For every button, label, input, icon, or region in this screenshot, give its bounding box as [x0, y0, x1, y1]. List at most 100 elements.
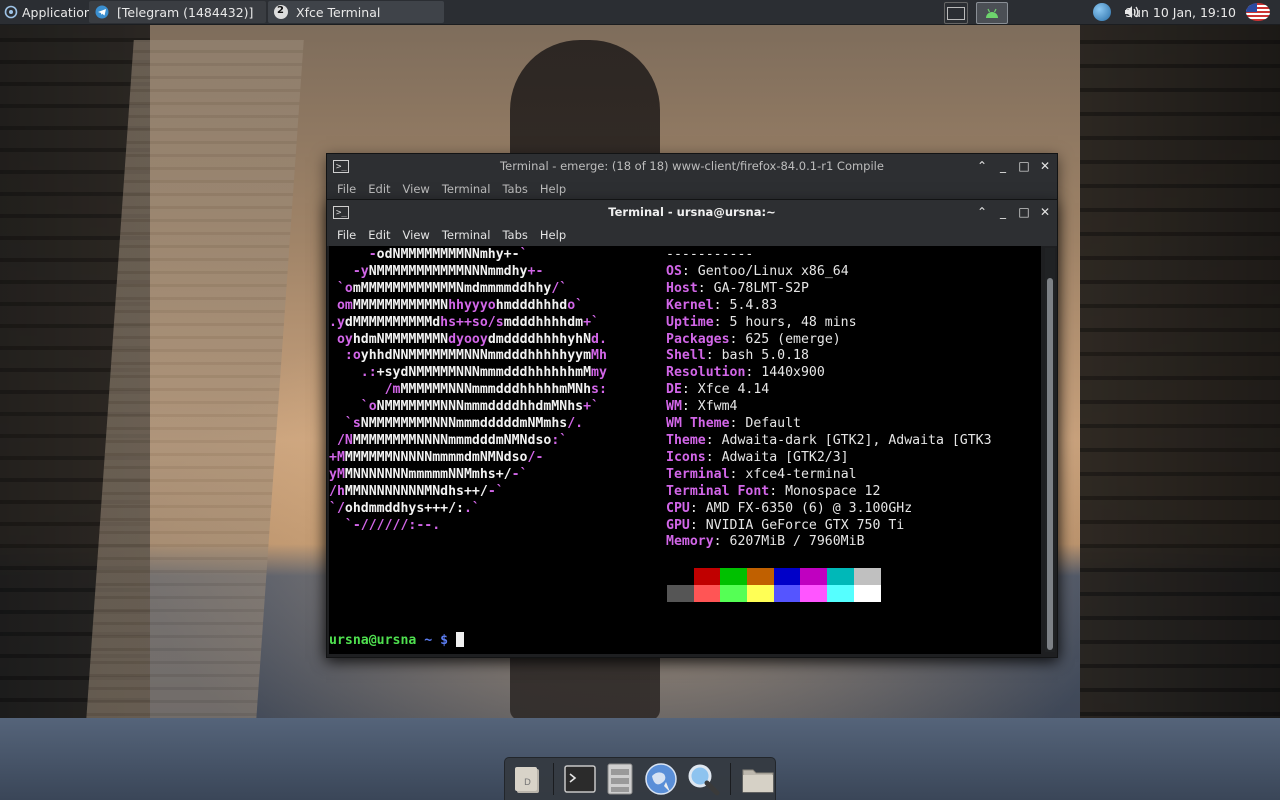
workspace-1-button[interactable]: [944, 2, 968, 24]
ascii-segment: /`: [551, 280, 568, 296]
info-value: Monospace 12: [785, 483, 881, 499]
taskbar-item-telegram[interactable]: [Telegram (1484432)]: [89, 1, 266, 23]
color-swatch: [773, 585, 801, 602]
telegram-icon: [95, 5, 109, 19]
ascii-segment: MMMMMMMMMMMN: [352, 297, 449, 313]
menu-terminal[interactable]: Terminal: [436, 182, 497, 196]
ascii-segment: Mh: [591, 348, 607, 364]
color-palette-normal: [667, 568, 881, 585]
menu-help[interactable]: Help: [534, 182, 572, 196]
info-value: 1440x900: [761, 365, 825, 381]
keyboard-layout-flag-icon[interactable]: [1246, 3, 1270, 21]
info-colon: :: [713, 534, 730, 550]
maximize-button[interactable]: □: [1018, 205, 1030, 219]
color-swatch: [693, 585, 721, 602]
shade-button[interactable]: ⌃: [976, 205, 988, 219]
menu-terminal[interactable]: Terminal: [436, 228, 497, 242]
ascii-line: /NMMMMMMMMNNNNmmmdddmNMNdso:`: [329, 433, 607, 450]
ascii-line: -odNMMMMMMMMNNmhy+-`: [329, 247, 607, 264]
shell-prompt[interactable]: ursna@ursna ~ $: [329, 632, 465, 650]
ascii-segment: yhhdNNMMMMMMMNNNmmdddhhhhhyym: [360, 348, 592, 364]
terminal-output[interactable]: -odNMMMMMMMMNNmhy+-` -yNMMMMMMMMMMMNNNmm…: [329, 246, 1041, 654]
dock-file-manager[interactable]: [604, 762, 636, 796]
menu-view[interactable]: View: [397, 228, 436, 242]
dock-web-browser[interactable]: [644, 762, 678, 796]
menu-view[interactable]: View: [397, 182, 436, 196]
window-titlebar[interactable]: >_ Terminal - ursna@ursna:~ ⌃ _ □ ✕: [327, 200, 1057, 224]
shade-button[interactable]: ⌃: [976, 159, 988, 173]
ascii-segment: `s: [329, 416, 361, 432]
info-key: Packages: [666, 331, 730, 347]
menu-file[interactable]: File: [331, 228, 362, 242]
ascii-segment: -y: [329, 263, 369, 279]
window-titlebar[interactable]: >_ Terminal - emerge: (18 of 18) www-cli…: [327, 154, 1057, 178]
file-manager-icon: [607, 763, 633, 795]
info-colon: :: [681, 263, 698, 279]
minimize-button[interactable]: _: [997, 205, 1009, 219]
color-swatch: [853, 585, 881, 602]
terminal-window-ursna[interactable]: >_ Terminal - ursna@ursna:~ ⌃ _ □ ✕ File…: [326, 199, 1058, 658]
info-row: WM: Xfwm4: [666, 399, 992, 416]
info-value: AMD FX-6350 (6) @ 3.100GHz: [705, 500, 913, 516]
ascii-segment: NMMMMMMMMNNNmmmdddddmNMmhs: [360, 416, 568, 432]
dock-show-desktop[interactable]: D: [511, 762, 543, 796]
info-key: Resolution: [666, 365, 746, 381]
minimize-button[interactable]: _: [997, 159, 1009, 173]
menu-tabs[interactable]: Tabs: [496, 182, 533, 196]
ascii-segment: hhyyyo: [448, 297, 496, 313]
menubar: File Edit View Terminal Tabs Help: [327, 178, 1057, 200]
menu-help[interactable]: Help: [534, 228, 572, 242]
info-colon: :: [713, 314, 730, 330]
top-panel: Applications ⋮ [Telegram (1484432)] 2 Xf…: [0, 0, 1280, 25]
xfce-logo-icon: [4, 5, 18, 19]
info-value: Adwaita [GTK2/3]: [721, 449, 849, 465]
dock-search[interactable]: [686, 762, 720, 796]
menu-file[interactable]: File: [331, 182, 362, 196]
ascii-segment: hmdddhhhd: [495, 297, 568, 313]
scrollbar[interactable]: [1045, 248, 1055, 652]
info-key: Terminal Font: [666, 483, 770, 499]
workspace-2-button[interactable]: [976, 2, 1008, 24]
maximize-button[interactable]: □: [1018, 159, 1030, 173]
info-colon: :: [681, 382, 698, 398]
ascii-segment: NMMMMMMMMMMMNNNmmdhy: [368, 263, 528, 279]
clock[interactable]: Sun 10 Jan, 19:10: [1125, 0, 1236, 24]
network-tray-button[interactable]: [1093, 0, 1111, 24]
close-button[interactable]: ✕: [1039, 205, 1051, 219]
menu-edit[interactable]: Edit: [362, 228, 396, 242]
menu-tabs[interactable]: Tabs: [496, 228, 533, 242]
info-colon: :: [729, 466, 746, 482]
info-value: NVIDIA GeForce GTX 750 Ti: [705, 517, 905, 533]
taskbar-item-terminal[interactable]: 2 Xfce Terminal: [268, 1, 444, 23]
ascii-segment: MMNNNNNNNNMNdhs++/: [344, 483, 488, 499]
scrollbar-thumb[interactable]: [1047, 278, 1053, 650]
info-key: CPU: [666, 500, 690, 516]
terminal-icon: >_: [333, 205, 349, 219]
gentoo-ascii-logo: -odNMMMMMMMMNNmhy+-` -yNMMMMMMMMMMMNNNmm…: [329, 247, 607, 534]
search-icon: [688, 764, 720, 796]
menu-edit[interactable]: Edit: [362, 182, 396, 196]
ascii-segment: :`: [551, 432, 568, 448]
ascii-segment: o`: [567, 297, 584, 313]
prompt-user: ursna@ursna: [329, 633, 417, 648]
close-button[interactable]: ✕: [1039, 159, 1051, 173]
info-row: Theme: Adwaita-dark [GTK2], Adwaita [GTK…: [666, 433, 992, 450]
info-key: GPU: [666, 517, 690, 533]
info-key: Icons: [666, 449, 706, 465]
ascii-segment: s:: [591, 382, 607, 398]
info-row: Memory: 6207MiB / 7960MiB: [666, 534, 992, 551]
color-swatch: [693, 568, 721, 585]
text-cursor: [456, 632, 465, 647]
ascii-segment: +sydNMMMMMNNNmmmdddhhhhhhmM: [376, 365, 592, 381]
dock-home-folder[interactable]: [741, 762, 775, 796]
neofetch-info: ----------- OS: Gentoo/Linux x86_64 Host: …: [666, 247, 992, 551]
info-colon: :: [705, 348, 722, 364]
info-colon: :: [689, 500, 706, 516]
dock-terminal[interactable]: [564, 762, 596, 796]
info-key: Memory: [666, 534, 714, 550]
ascii-line: `sNMMMMMMMMNNNmmmdddddmNMmhs/.: [329, 416, 607, 433]
info-row: GPU: NVIDIA GeForce GTX 750 Ti: [666, 518, 992, 535]
info-colon: :: [729, 331, 746, 347]
ascii-segment: yM: [329, 466, 345, 482]
info-key: Kernel: [666, 297, 714, 313]
